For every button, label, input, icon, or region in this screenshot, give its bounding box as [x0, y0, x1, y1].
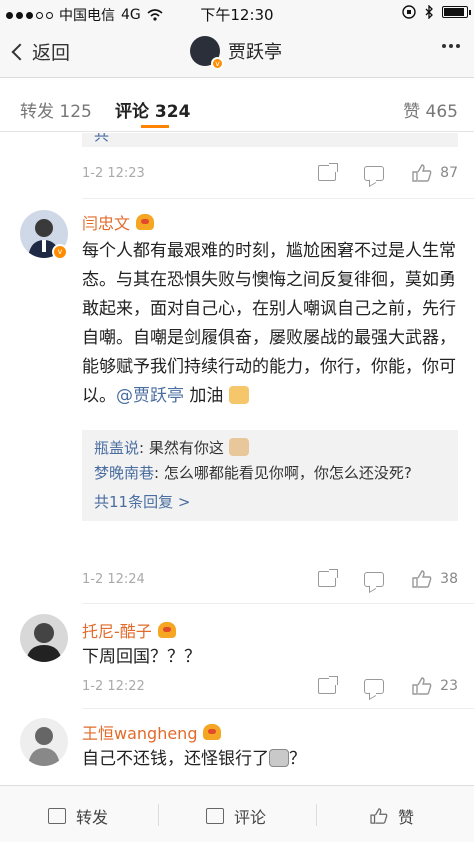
- reply-username[interactable]: 梦晚南巷: [94, 464, 154, 482]
- divider: [316, 804, 317, 826]
- reply-icon[interactable]: [364, 571, 385, 587]
- bluetooth-icon: [425, 5, 433, 19]
- comment-time: 1-2 12:22: [82, 679, 145, 694]
- member-crown-icon: [136, 214, 155, 230]
- reply-box-partial: 共: [82, 133, 458, 147]
- battery-icon: [442, 6, 471, 18]
- comment-icon: [206, 808, 224, 824]
- share-icon[interactable]: [318, 163, 339, 181]
- navigation-bar: 返回 v 贾跃亭: [0, 26, 474, 78]
- like-icon[interactable]: [412, 164, 432, 182]
- tab-likes[interactable]: 赞 465: [403, 97, 458, 122]
- reply-text: 怎么哪都能看见你啊，你怎么还没死?: [163, 464, 412, 482]
- flexed-biceps-icon: [228, 386, 249, 404]
- page-title-text: 贾跃亭: [228, 42, 282, 63]
- reply-username[interactable]: 瓶盖说: [94, 439, 139, 457]
- bank-icon: [269, 749, 289, 767]
- avatar[interactable]: [20, 718, 68, 766]
- comment-time: 1-2 12:24: [82, 572, 145, 587]
- active-tab-indicator: [141, 125, 169, 128]
- back-label: 返回: [32, 42, 71, 64]
- like-count: 38: [440, 571, 458, 587]
- username-text: 王恒wangheng: [82, 724, 198, 743]
- divider: [158, 804, 159, 826]
- comment-username[interactable]: 托尼-酷子: [82, 618, 176, 642]
- comment-actions: 38: [290, 569, 458, 588]
- member-crown-icon: [157, 622, 176, 638]
- comment-text: 每个人都有最艰难的时刻，尴尬困窘不过是人生常态。与其在恐惧失败与懊悔之间反复徘徊…: [82, 237, 458, 411]
- replies-box[interactable]: 瓶盖说: 果然有你这 梦晚南巷: 怎么哪都能看见你啊，你怎么还没死? 共11条回…: [82, 430, 458, 521]
- like-count: 23: [440, 678, 458, 694]
- like-icon: [370, 808, 388, 824]
- mention-link[interactable]: @贾跃亭: [116, 386, 184, 406]
- comment-text: 下周回国？？？: [82, 647, 201, 667]
- reply-item: 梦晚南巷: 怎么哪都能看见你啊，你怎么还没死?: [94, 464, 412, 482]
- comment-username[interactable]: 闫忠文: [82, 210, 155, 234]
- verified-badge-icon: v: [52, 244, 68, 260]
- username-text: 托尼-酷子: [82, 622, 152, 641]
- more-options-icon[interactable]: [442, 44, 460, 48]
- status-bar: 中国电信 4G 下午12:30: [0, 0, 474, 26]
- comment-actions: 23: [290, 676, 458, 695]
- like-button[interactable]: 赞: [370, 804, 414, 828]
- repost-icon: [48, 808, 66, 824]
- tab-bar: 转发 125 评论 324 赞 465: [0, 78, 474, 132]
- chevron-left-icon: [11, 43, 29, 60]
- share-icon[interactable]: [318, 569, 339, 587]
- username-text: 闫忠文: [82, 214, 131, 233]
- reply-icon[interactable]: [364, 165, 385, 181]
- rotation-lock-icon: [402, 5, 416, 19]
- tab-comments[interactable]: 评论 324: [115, 97, 191, 128]
- comment-time: 1-2 12:23: [82, 166, 145, 181]
- back-button[interactable]: 返回: [10, 38, 70, 65]
- like-count: 87: [440, 165, 458, 181]
- more-replies-link[interactable]: 共11条回复 >: [94, 490, 446, 515]
- comment-username[interactable]: 王恒wangheng: [82, 720, 222, 744]
- like-icon[interactable]: [412, 677, 432, 695]
- verified-badge-icon: v: [211, 57, 224, 70]
- reply-text: 果然有你这: [148, 439, 224, 457]
- comment-text: 自己不还钱，还怪银行了 ？: [82, 745, 458, 774]
- comment-body-end: ？: [289, 749, 306, 769]
- like-icon[interactable]: [412, 570, 432, 588]
- dog-face-icon: [228, 438, 249, 456]
- divider: [82, 198, 474, 199]
- comment-button[interactable]: 评论: [206, 804, 266, 828]
- repost-label: 转发: [76, 808, 109, 827]
- share-icon[interactable]: [318, 676, 339, 694]
- comment-actions: 87: [290, 163, 458, 182]
- reply-item: 瓶盖说: 果然有你这: [94, 436, 446, 461]
- page-title: v 贾跃亭: [190, 36, 282, 70]
- comment-label: 评论: [234, 808, 267, 827]
- like-label: 赞: [398, 808, 415, 827]
- comment-body: 每个人都有最艰难的时刻，尴尬困窘不过是人生常态。与其在恐惧失败与懊悔之间反复徘徊…: [82, 241, 456, 406]
- comment-body-end: 加油: [184, 386, 224, 406]
- member-crown-icon: [203, 724, 222, 740]
- divider: [82, 708, 474, 709]
- repost-button[interactable]: 转发: [48, 804, 108, 828]
- avatar: v: [190, 36, 224, 70]
- reply-icon[interactable]: [364, 678, 385, 694]
- tab-comments-label: 评论 324: [115, 102, 191, 122]
- tab-reposts[interactable]: 转发 125: [20, 97, 92, 122]
- bottom-action-bar: 转发 评论 赞: [0, 785, 474, 842]
- comment-body: 自己不还钱，还怪银行了: [82, 749, 269, 769]
- divider: [82, 603, 474, 604]
- avatar[interactable]: [20, 614, 68, 662]
